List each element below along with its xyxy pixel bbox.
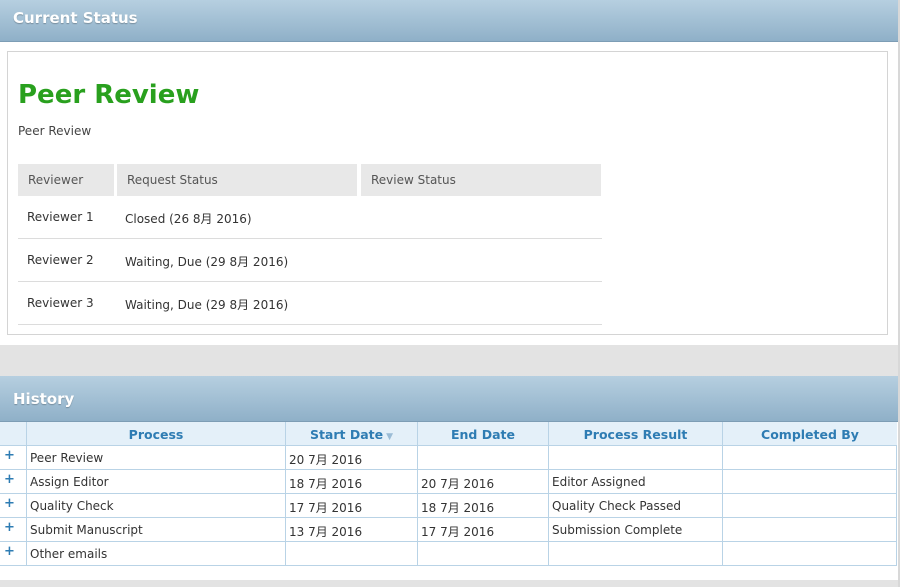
history-row: + Submit Manuscript 13 7月 2016 17 7月 201… (0, 518, 897, 542)
status-stage-title: Peer Review (18, 80, 200, 110)
status-stage-subtitle: Peer Review (18, 124, 92, 138)
history-completed-by (722, 470, 897, 494)
column-header-end-date-label: End Date (450, 427, 515, 442)
reviewer-row: Reviewer 1 Closed (26 8月 2016) (18, 196, 602, 239)
history-start-date: 20 7月 2016 (285, 446, 417, 470)
expand-column-header (0, 422, 26, 446)
history-result: Quality Check Passed (548, 494, 722, 518)
history-header: History (0, 376, 898, 422)
expand-plus-icon[interactable]: + (4, 544, 15, 559)
reviewer-request-status: Waiting, Due (29 8月 2016) (125, 255, 289, 269)
history-process: Submit Manuscript (26, 518, 285, 542)
bottom-strip (0, 580, 900, 587)
history-row: + Other emails (0, 542, 897, 566)
history-completed-by (722, 518, 897, 542)
history-row: + Quality Check 17 7月 2016 18 7月 2016 Qu… (0, 494, 897, 518)
history-start-date: 13 7月 2016 (285, 518, 417, 542)
reviewer-name: Reviewer 3 (27, 296, 94, 310)
column-header-request-status: Request Status (117, 164, 357, 196)
column-header-start-date[interactable]: Start Date ▼ (285, 422, 417, 446)
column-header-process[interactable]: Process (26, 422, 285, 446)
history-result: Editor Assigned (548, 470, 722, 494)
history-title: History (13, 390, 75, 408)
history-completed-by (722, 542, 897, 566)
history-start-date (285, 542, 417, 566)
column-header-completed-by[interactable]: Completed By (722, 422, 897, 446)
history-process: Peer Review (26, 446, 285, 470)
reviewer-request-status: Closed (26 8月 2016) (125, 212, 252, 226)
history-start-date: 17 7月 2016 (285, 494, 417, 518)
column-header-process-result-label: Process Result (583, 427, 688, 442)
expand-plus-icon[interactable]: + (4, 472, 15, 487)
reviewer-name: Reviewer 1 (27, 210, 94, 224)
history-completed-by (722, 494, 897, 518)
expand-plus-icon[interactable]: + (4, 496, 15, 511)
reviewer-row: Reviewer 3 Waiting, Due (29 8月 2016) (18, 282, 602, 325)
sort-arrow-icon[interactable]: ▼ (386, 432, 393, 442)
history-start-date: 18 7月 2016 (285, 470, 417, 494)
status-box: Peer Review Peer Review Reviewer Request… (7, 51, 888, 335)
column-header-review-status: Review Status (361, 164, 601, 196)
history-row: + Assign Editor 18 7月 2016 20 7月 2016 Ed… (0, 470, 897, 494)
history-end-date (417, 542, 548, 566)
column-header-reviewer: Reviewer (18, 164, 114, 196)
column-header-process-result[interactable]: Process Result (548, 422, 722, 446)
history-end-date: 20 7月 2016 (417, 470, 548, 494)
expand-plus-icon[interactable]: + (4, 520, 15, 535)
reviewer-row: Reviewer 2 Waiting, Due (29 8月 2016) (18, 239, 602, 282)
current-status-title: Current Status (13, 9, 138, 27)
column-header-start-date-label: Start Date (309, 427, 384, 442)
column-header-process-label: Process (128, 427, 184, 442)
expand-plus-icon[interactable]: + (4, 448, 15, 463)
history-end-date (417, 446, 548, 470)
history-end-date: 18 7月 2016 (417, 494, 548, 518)
history-result (548, 446, 722, 470)
history-result (548, 542, 722, 566)
history-end-date: 17 7月 2016 (417, 518, 548, 542)
column-header-end-date[interactable]: End Date (417, 422, 548, 446)
reviewer-request-status: Waiting, Due (29 8月 2016) (125, 298, 289, 312)
column-header-completed-by-label: Completed By (761, 427, 859, 442)
history-row: + Peer Review 20 7月 2016 (0, 446, 897, 470)
history-panel: Process Start Date ▼ End Date Process Res… (0, 422, 898, 580)
history-header-row: Process Start Date ▼ End Date Process Res… (0, 422, 897, 446)
reviewer-name: Reviewer 2 (27, 253, 94, 267)
history-process: Other emails (26, 542, 285, 566)
history-result: Submission Complete (548, 518, 722, 542)
history-process: Assign Editor (26, 470, 285, 494)
history-process: Quality Check (26, 494, 285, 518)
current-status-panel: Peer Review Peer Review Reviewer Request… (0, 42, 898, 345)
history-completed-by (722, 446, 897, 470)
current-status-header: Current Status (0, 0, 898, 42)
